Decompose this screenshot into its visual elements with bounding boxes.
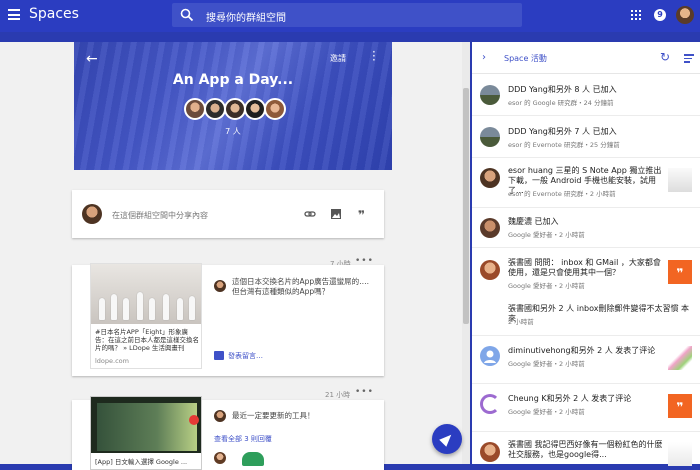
image-icon[interactable] <box>330 208 342 220</box>
post-thumbnail <box>668 168 692 192</box>
link-title: #日本名片APP「Eight」形象廣告：在這之前日本人都是這樣交換名片的嗎？ »… <box>95 328 199 352</box>
invite-button[interactable]: 邀請 <box>330 53 346 64</box>
apps-grid-icon[interactable] <box>631 10 641 20</box>
search-placeholder: 搜尋你的群組空間 <box>206 13 286 24</box>
activity-item-sub: Google 愛好者・2 小時前 <box>508 282 585 290</box>
share-placeholder[interactable]: 在這個群組空間中分享內容 <box>112 210 208 221</box>
share-box[interactable]: 在這個群組空間中分享內容 ❞ <box>72 190 384 238</box>
activity-item-sub: Google 愛好者・2 小時前 <box>508 231 585 239</box>
post-card: #日本名片APP「Eight」形象廣告：在這之前日本人都是這樣交換名片的嗎？ »… <box>72 263 384 376</box>
link-domain: ldope.com <box>95 357 129 365</box>
activity-item[interactable]: Cheung K和另外 2 人 发表了评论 Google 愛好者・2 小時前 ❞ <box>472 384 700 432</box>
more-vert-icon[interactable]: · · · <box>372 46 376 66</box>
chevron-right-icon[interactable]: › <box>482 52 486 63</box>
activity-item[interactable]: diminutivehong和另外 2 人 发表了评论 Google 愛好者・2… <box>472 336 700 384</box>
video-thumbnail <box>97 403 197 451</box>
avatar <box>184 98 206 120</box>
activity-item-title: DDD Yang和另外 8 人 已加入 <box>508 85 617 94</box>
activity-item-title: diminutivehong和另外 2 人 发表了评论 <box>508 346 656 355</box>
avatar <box>480 394 500 414</box>
activity-item-title: 張書國 我記得巴西好像有一個粉紅色的什麼社交服務，也是google得... <box>508 440 663 459</box>
scrollbar[interactable] <box>462 42 470 464</box>
activity-item-sub: esor 的 Evernote 研究群・25 分鐘前 <box>508 141 620 149</box>
avatar <box>82 204 102 224</box>
activity-header: › Space 活動 ↻ <box>472 42 700 74</box>
space-title: An App a Day... <box>172 72 294 88</box>
activity-item[interactable]: 魏慶濃 已加入 Google 愛好者・2 小時前 <box>472 208 700 248</box>
video-caption: [App] 日文輸入選擇 Google ... <box>95 458 188 466</box>
member-count: 7 人 <box>225 127 241 136</box>
menu-icon[interactable] <box>8 9 20 20</box>
avatar <box>480 85 500 105</box>
top-bar: Spaces 搜尋你的群組空間 9 <box>0 0 700 32</box>
post-time: 21 小時 <box>325 391 351 399</box>
avatar <box>244 98 266 120</box>
activity-item-title: Cheung K和另外 2 人 发表了评论 <box>508 394 632 403</box>
avatar <box>480 168 500 188</box>
post-card: [App] 日文輸入選擇 Google ... 最近一定要更新的工具！ 查看全部… <box>72 396 384 470</box>
record-icon <box>189 415 199 425</box>
quote-icon: ❞ <box>668 260 692 284</box>
search-icon <box>180 8 194 22</box>
activity-item-title: DDD Yang和另外 7 人 已加入 <box>508 127 617 136</box>
notification-badge[interactable]: 9 <box>654 9 666 21</box>
header-band <box>0 32 470 42</box>
avatar <box>480 218 500 238</box>
video-caption-bar: [App] 日文輸入選擇 Google ... <box>91 453 201 469</box>
app-title[interactable]: Spaces <box>29 6 79 22</box>
quote-icon: ❞ <box>668 394 692 418</box>
post-thumbnail <box>668 346 692 370</box>
activity-item-sub: esor 的 Evernote 研究群・2 小時前 <box>508 190 616 198</box>
activity-item-sub: Google 愛好者・2 小時前 <box>508 360 585 368</box>
avatar <box>214 452 226 464</box>
avatar <box>214 280 226 292</box>
activity-item-title: 張書國 問問： inbox 和 GMail ，大家都會使用，還是只會使用其中一個… <box>508 258 661 277</box>
activity-item-sub: Google 愛好者・2 小時前 <box>508 408 585 416</box>
post-text: 這個日本交換名片的App廣告還蠻屌的….但台灣有這種類似的App嗎？ <box>232 277 370 296</box>
activity-item[interactable]: DDD Yang和另外 8 人 已加入 esor 的 Google 研究群・24… <box>472 74 700 116</box>
link-preview[interactable]: #日本名片APP「Eight」形象廣告：在這之前日本人都是這樣交換名片的嗎？ »… <box>90 263 202 369</box>
space-header: ← 邀請 · · · An App a Day... 7 人 <box>74 42 392 170</box>
search-input[interactable]: 搜尋你的群組空間 <box>172 3 522 27</box>
avatar <box>480 346 500 366</box>
avatar <box>214 410 226 422</box>
avatar <box>480 127 500 147</box>
comment-icon[interactable] <box>214 351 224 360</box>
video-preview[interactable]: [App] 日文輸入選擇 Google ... <box>90 396 202 470</box>
filter-icon[interactable] <box>684 54 694 65</box>
avatar <box>264 98 286 120</box>
activity-item-sub: 2 小時前 <box>508 318 534 326</box>
post-menu-icon[interactable]: ••• <box>355 387 374 397</box>
refresh-icon[interactable]: ↻ <box>660 50 670 64</box>
avatar <box>204 98 226 120</box>
view-replies-link[interactable]: 查看全部 3 則回覆 <box>214 434 272 444</box>
back-arrow-icon[interactable]: ← <box>86 51 98 67</box>
avatar <box>224 98 246 120</box>
activity-item[interactable]: DDD Yang和另外 7 人 已加入 esor 的 Evernote 研究群・… <box>472 116 700 158</box>
activity-title: Space 活動 <box>504 54 547 63</box>
post-thumbnail <box>668 442 692 466</box>
link-preview-image <box>91 264 201 324</box>
activity-item-sub: esor 的 Google 研究群・24 分鐘前 <box>508 99 614 107</box>
link-icon[interactable] <box>304 208 316 220</box>
activity-item[interactable]: 張書國 問問： inbox 和 GMail ，大家都會使用，還是只會使用其中一個… <box>472 248 700 336</box>
avatar <box>480 442 500 462</box>
account-avatar[interactable] <box>676 6 694 24</box>
post-text: 最近一定要更新的工具！ <box>232 411 315 420</box>
activity-item[interactable]: esor huang 三星的 S Note App 獨立推出下載，一般 Andr… <box>472 158 700 208</box>
activity-panel: › Space 活動 ↻ DDD Yang和另外 8 人 已加入 esor 的 … <box>472 42 700 466</box>
compose-button[interactable] <box>432 424 462 454</box>
activity-item-title: 張書國和另外 2 人 inbox刪除郵件變得不太習慣 本來 <box>508 304 690 323</box>
avatar <box>480 260 500 280</box>
comment-input[interactable]: 發表留言… <box>228 351 263 361</box>
quote-icon[interactable]: ❞ <box>358 208 370 222</box>
activity-item-title: 魏慶濃 已加入 <box>508 217 559 226</box>
activity-item[interactable]: 張書國 我記得巴西好像有一個粉紅色的什麼社交服務，也是google得... <box>472 432 700 466</box>
